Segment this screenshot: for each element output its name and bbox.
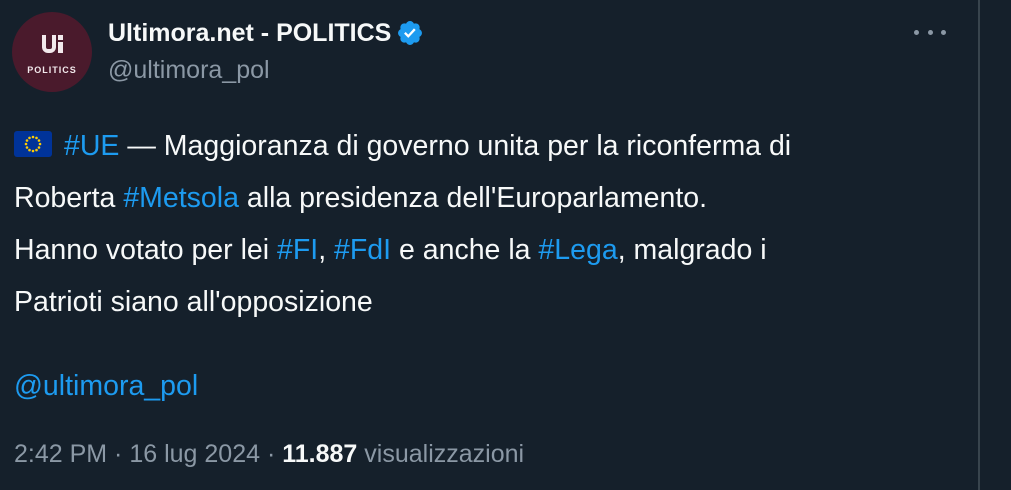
tweet-text-segment: — Maggioranza di governo unita per la ri… [119, 130, 792, 162]
eu-flag-icon [14, 131, 52, 158]
tweet-card[interactable]: POLITICS Ultimora.net - POLITICS @ultimo… [0, 0, 978, 490]
more-horizontal-icon[interactable] [914, 20, 946, 44]
tweet-text: #UE — Maggioranza di governo unita per l… [14, 120, 964, 328]
hashtag-fdi-link[interactable]: #FdI [334, 234, 391, 266]
tweet-line-1: #UE — Maggioranza di governo unita per l… [14, 120, 964, 172]
author-display-name[interactable]: Ultimora.net - POLITICS [108, 19, 391, 48]
author-name-row: Ultimora.net - POLITICS [108, 16, 424, 50]
hashtag-ue-link[interactable]: #UE [64, 130, 119, 162]
tweet-meta: 2:42 PM · 16 lug 2024 · 11.887 visualizz… [14, 440, 524, 469]
tweet-text-segment: Patrioti siano all'opposizione [14, 286, 373, 318]
avatar[interactable]: POLITICS [12, 12, 92, 92]
tweet-date[interactable]: 16 lug 2024 [129, 440, 260, 468]
tweet-text-segment: , [318, 234, 335, 266]
hashtag-fi-link[interactable]: #FI [277, 234, 318, 266]
verified-badge-icon[interactable] [396, 19, 424, 47]
tweet-line-2: Roberta #Metsola alla presidenza dell'Eu… [14, 172, 964, 224]
tweet-line-3: Hanno votato per lei #FI, #FdI e anche l… [14, 224, 964, 276]
column-divider [978, 0, 980, 490]
tweet-text-segment: alla presidenza dell'Europarlamento. [238, 182, 708, 214]
tweet-time[interactable]: 2:42 PM [14, 440, 107, 468]
meta-separator: · [260, 440, 283, 468]
mention-link[interactable]: @ultimora_pol [14, 360, 198, 412]
tweet-text-segment: Hanno votato per lei [14, 234, 277, 266]
views-count: 11.887 [282, 440, 358, 468]
views-label: visualizzazioni [357, 440, 525, 468]
author-handle[interactable]: @ultimora_pol [108, 56, 270, 85]
avatar-label: POLITICS [27, 65, 77, 75]
tweet-line-4: Patrioti siano all'opposizione [14, 276, 964, 328]
hashtag-lega-link[interactable]: #Lega [538, 234, 617, 266]
tweet-text-segment: e anche la [391, 234, 539, 266]
hashtag-metsola-link[interactable]: #Metsola [123, 182, 239, 214]
tweet-text-segment: Roberta [14, 182, 124, 214]
brand-logo-icon [39, 33, 65, 59]
meta-separator: · [107, 440, 130, 468]
tweet-text-segment: , malgrado i [617, 234, 767, 266]
